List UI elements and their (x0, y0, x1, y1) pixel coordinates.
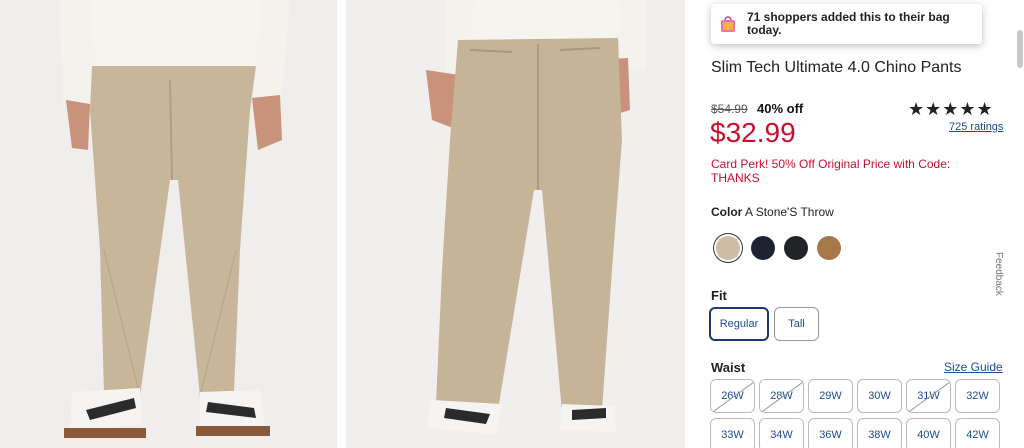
size-option-34w[interactable]: 34W (759, 418, 804, 448)
product-page: 71 shoppers added this to their bag toda… (0, 0, 1024, 448)
sale-price: $32.99 (710, 117, 796, 148)
fit-tall-button[interactable]: Tall (774, 307, 819, 341)
product-details-panel: 71 shoppers added this to their bag toda… (700, 0, 1024, 448)
fit-regular-button[interactable]: Regular (709, 307, 769, 341)
color-selector-label: Color A Stone'S Throw (711, 205, 834, 219)
original-price: $54.99 (711, 102, 748, 116)
swatch-brown[interactable] (817, 236, 841, 260)
fit-label: Fit (711, 288, 727, 303)
toast-message: 71 shoppers added this to their bag toda… (747, 10, 950, 37)
size-guide-link[interactable]: Size Guide (944, 360, 1003, 374)
size-option-29w[interactable]: 29W (808, 379, 853, 413)
size-option-30w[interactable]: 30W (857, 379, 902, 413)
size-option-26w[interactable]: 26W (710, 379, 755, 413)
scrollbar-thumb[interactable] (1017, 30, 1023, 68)
color-label: Color (711, 205, 743, 219)
waist-size-grid: 26W 28W 29W 30W 31W 32W 33W 34W 36W 38W … (710, 379, 1004, 448)
product-image-front[interactable] (0, 0, 337, 448)
size-option-32w[interactable]: 32W (955, 379, 1000, 413)
selected-color-name: A Stone'S Throw (745, 205, 834, 219)
star-rating: ★★★★★ (908, 99, 994, 119)
size-option-42w[interactable]: 42W (955, 418, 1000, 448)
feedback-tab[interactable]: Feedback (993, 252, 1004, 296)
card-perk-message: Card Perk! 50% Off Original Price with C… (711, 157, 951, 185)
shopping-bag-icon (721, 16, 735, 32)
swatch-black[interactable] (784, 236, 808, 260)
size-option-38w[interactable]: 38W (857, 418, 902, 448)
size-option-36w[interactable]: 36W (808, 418, 853, 448)
waist-label: Waist (711, 360, 746, 375)
size-option-28w[interactable]: 28W (759, 379, 804, 413)
ratings-link[interactable]: 725 ratings (949, 121, 1003, 133)
product-image-back[interactable] (346, 0, 685, 448)
discount-label: 40% off (757, 101, 804, 116)
size-option-31w[interactable]: 31W (906, 379, 951, 413)
size-option-40w[interactable]: 40W (906, 418, 951, 448)
swatch-stone[interactable] (716, 236, 740, 260)
size-option-33w[interactable]: 33W (710, 418, 755, 448)
shoppers-toast: 71 shoppers added this to their bag toda… (711, 4, 982, 44)
swatch-navy[interactable] (751, 236, 775, 260)
color-swatches (714, 236, 850, 260)
product-title: Slim Tech Ultimate 4.0 Chino Pants (711, 59, 962, 76)
